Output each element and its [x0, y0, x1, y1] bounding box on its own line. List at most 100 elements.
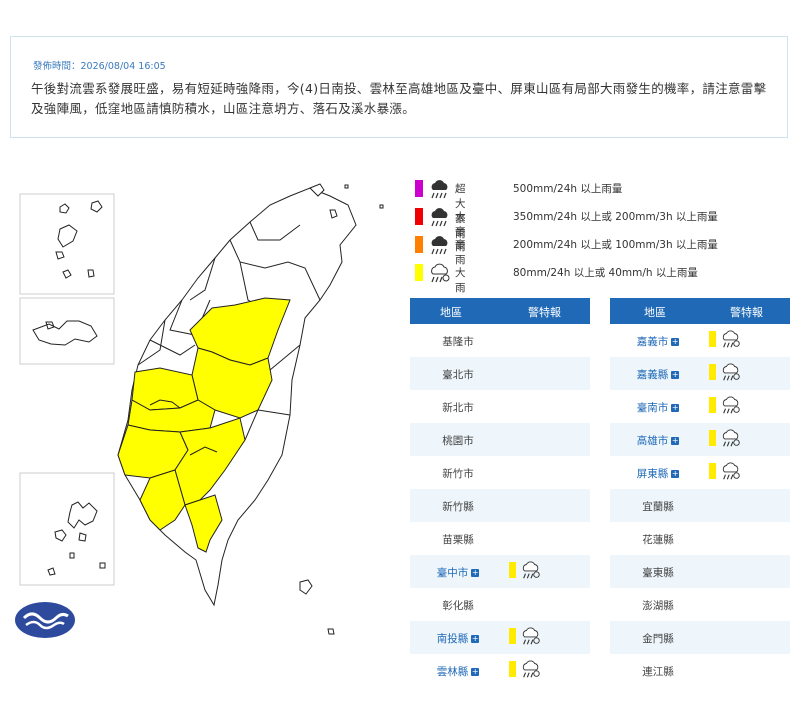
area-label: 澎湖縣	[642, 600, 674, 612]
table-row[interactable]: 嘉義縣 +	[610, 357, 790, 390]
area-name: 新竹市	[410, 466, 506, 481]
area-label: 宜蘭縣	[642, 501, 674, 513]
area-name[interactable]: 臺中市 +	[410, 565, 506, 580]
area-name[interactable]: 高雄市 +	[610, 433, 706, 448]
table-row[interactable]: 雲林縣 +	[410, 654, 590, 687]
area-name[interactable]: 嘉義縣 +	[610, 367, 706, 382]
area-label: 屏東縣	[636, 468, 669, 480]
legend-swatch	[415, 236, 423, 253]
expand-plus-icon[interactable]: +	[671, 404, 680, 412]
area-label: 新竹市	[442, 468, 474, 480]
area-name: 臺北市	[410, 367, 506, 382]
expand-plus-icon[interactable]: +	[671, 371, 680, 379]
table-row[interactable]: 嘉義市 +	[610, 324, 790, 357]
area-name: 金門縣	[610, 631, 706, 646]
heavy-rain-indicator	[509, 562, 516, 578]
notice-box: 發佈時間：2026/08/04 16:05 午後對流雲系發展旺盛，易有短延時強降…	[10, 36, 788, 138]
warning-table-left: 地區 警特報 基隆市 臺北市 新北市 桃園市 新竹市 新竹縣 苗栗縣 臺中市 + 彰化縣 南投縣 + 雲…	[410, 298, 590, 687]
rain-cloud-icon	[522, 627, 540, 645]
area-label: 新北市	[442, 402, 474, 414]
area-label: 新竹縣	[442, 501, 474, 513]
expand-plus-icon[interactable]: +	[471, 668, 480, 676]
rain-cloud-icon	[431, 236, 448, 255]
area-name: 基隆市	[410, 334, 506, 349]
area-name[interactable]: 臺南市 +	[610, 400, 706, 415]
area-label: 南投縣	[436, 633, 469, 645]
expand-plus-icon[interactable]: +	[671, 437, 680, 445]
area-name: 新北市	[410, 400, 506, 415]
heavy-rain-indicator	[709, 364, 716, 380]
expand-plus-icon[interactable]: +	[671, 338, 680, 346]
heavy-rain-indicator	[709, 397, 716, 413]
rain-cloud-icon	[722, 462, 740, 480]
legend-threshold: 350mm/24h 以上或 200mm/3h 以上雨量	[513, 211, 718, 223]
area-name: 宜蘭縣	[610, 499, 706, 514]
rain-cloud-icon	[431, 208, 448, 227]
rain-cloud-icon	[431, 180, 448, 199]
area-name: 彰化縣	[410, 598, 506, 613]
heavy-rain-indicator	[509, 628, 516, 644]
area-name: 桃園市	[410, 433, 506, 448]
area-label: 桃園市	[442, 435, 474, 447]
rain-cloud-icon	[522, 561, 540, 579]
legend-swatch	[415, 180, 423, 197]
expand-plus-icon[interactable]: +	[471, 635, 480, 643]
rain-cloud-icon	[722, 330, 740, 348]
area-name: 連江縣	[610, 664, 706, 679]
area-label: 連江縣	[642, 666, 674, 678]
region-yunlin	[131, 367, 199, 411]
table-row[interactable]: 高雄市 +	[610, 423, 790, 456]
table-row: 澎湖縣	[610, 588, 790, 621]
legend-threshold: 200mm/24h 以上或 100mm/3h 以上雨量	[513, 239, 718, 251]
col-warning-header: 警特報	[528, 306, 561, 319]
heavy-rain-indicator	[709, 430, 716, 446]
table-row: 宜蘭縣	[610, 489, 790, 522]
area-label: 臺中市	[436, 567, 469, 579]
notice-message: 午後對流雲系發展旺盛，易有短延時強降雨，今(4)日南投、雲林至高雄地區及臺中、屏…	[31, 81, 767, 116]
rain-cloud-icon	[431, 263, 450, 283]
legend-name: 豪雨	[455, 239, 466, 266]
warning-table-right: 地區 警特報 嘉義市 + 嘉義縣 + 臺南市 + 高雄市 + 屏東縣 + 宜蘭縣 花蓮縣 臺東縣 澎湖縣金…	[610, 298, 790, 687]
area-label: 高雄市	[636, 435, 669, 447]
area-name[interactable]: 南投縣 +	[410, 631, 506, 646]
table-header: 地區 警特報	[410, 298, 590, 324]
heavy-rain-indicator	[509, 661, 516, 677]
area-name[interactable]: 雲林縣 +	[410, 664, 506, 679]
legend-name: 大雨	[455, 267, 466, 294]
rain-cloud-icon	[722, 429, 740, 447]
area-label: 臺東縣	[642, 567, 674, 579]
table-row: 新北市	[410, 390, 590, 423]
table-row: 新竹市	[410, 456, 590, 489]
area-name: 新竹縣	[410, 499, 506, 514]
area-label: 花蓮縣	[642, 534, 674, 546]
col-warning-header: 警特報	[730, 306, 763, 319]
area-label: 嘉義縣	[636, 369, 669, 381]
rain-cloud-icon	[722, 363, 740, 381]
legend-swatch	[415, 208, 423, 225]
area-label: 臺北市	[442, 369, 474, 381]
col-area-header: 地區	[440, 306, 462, 319]
table-row[interactable]: 南投縣 +	[410, 621, 590, 654]
area-name: 苗栗縣	[410, 532, 506, 547]
rain-cloud-icon	[722, 396, 740, 414]
expand-plus-icon[interactable]: +	[471, 569, 480, 577]
area-name[interactable]: 屏東縣 +	[610, 466, 706, 481]
table-header: 地區 警特報	[610, 298, 790, 324]
table-row: 臺東縣	[610, 555, 790, 588]
legend-swatch	[415, 264, 423, 281]
table-row: 桃園市	[410, 423, 590, 456]
expand-plus-icon[interactable]: +	[671, 470, 680, 478]
area-label: 基隆市	[442, 336, 474, 348]
table-row: 臺北市	[410, 357, 590, 390]
table-row[interactable]: 臺中市 +	[410, 555, 590, 588]
area-name: 澎湖縣	[610, 598, 706, 613]
table-row[interactable]: 臺南市 +	[610, 390, 790, 423]
table-row: 花蓮縣	[610, 522, 790, 555]
heavy-rain-indicator	[709, 331, 716, 347]
rain-cloud-icon	[522, 660, 540, 678]
area-label: 彰化縣	[442, 600, 474, 612]
area-name[interactable]: 嘉義市 +	[610, 334, 706, 349]
area-label: 嘉義市	[636, 336, 669, 348]
table-row[interactable]: 屏東縣 +	[610, 456, 790, 489]
col-area-header: 地區	[644, 306, 666, 319]
